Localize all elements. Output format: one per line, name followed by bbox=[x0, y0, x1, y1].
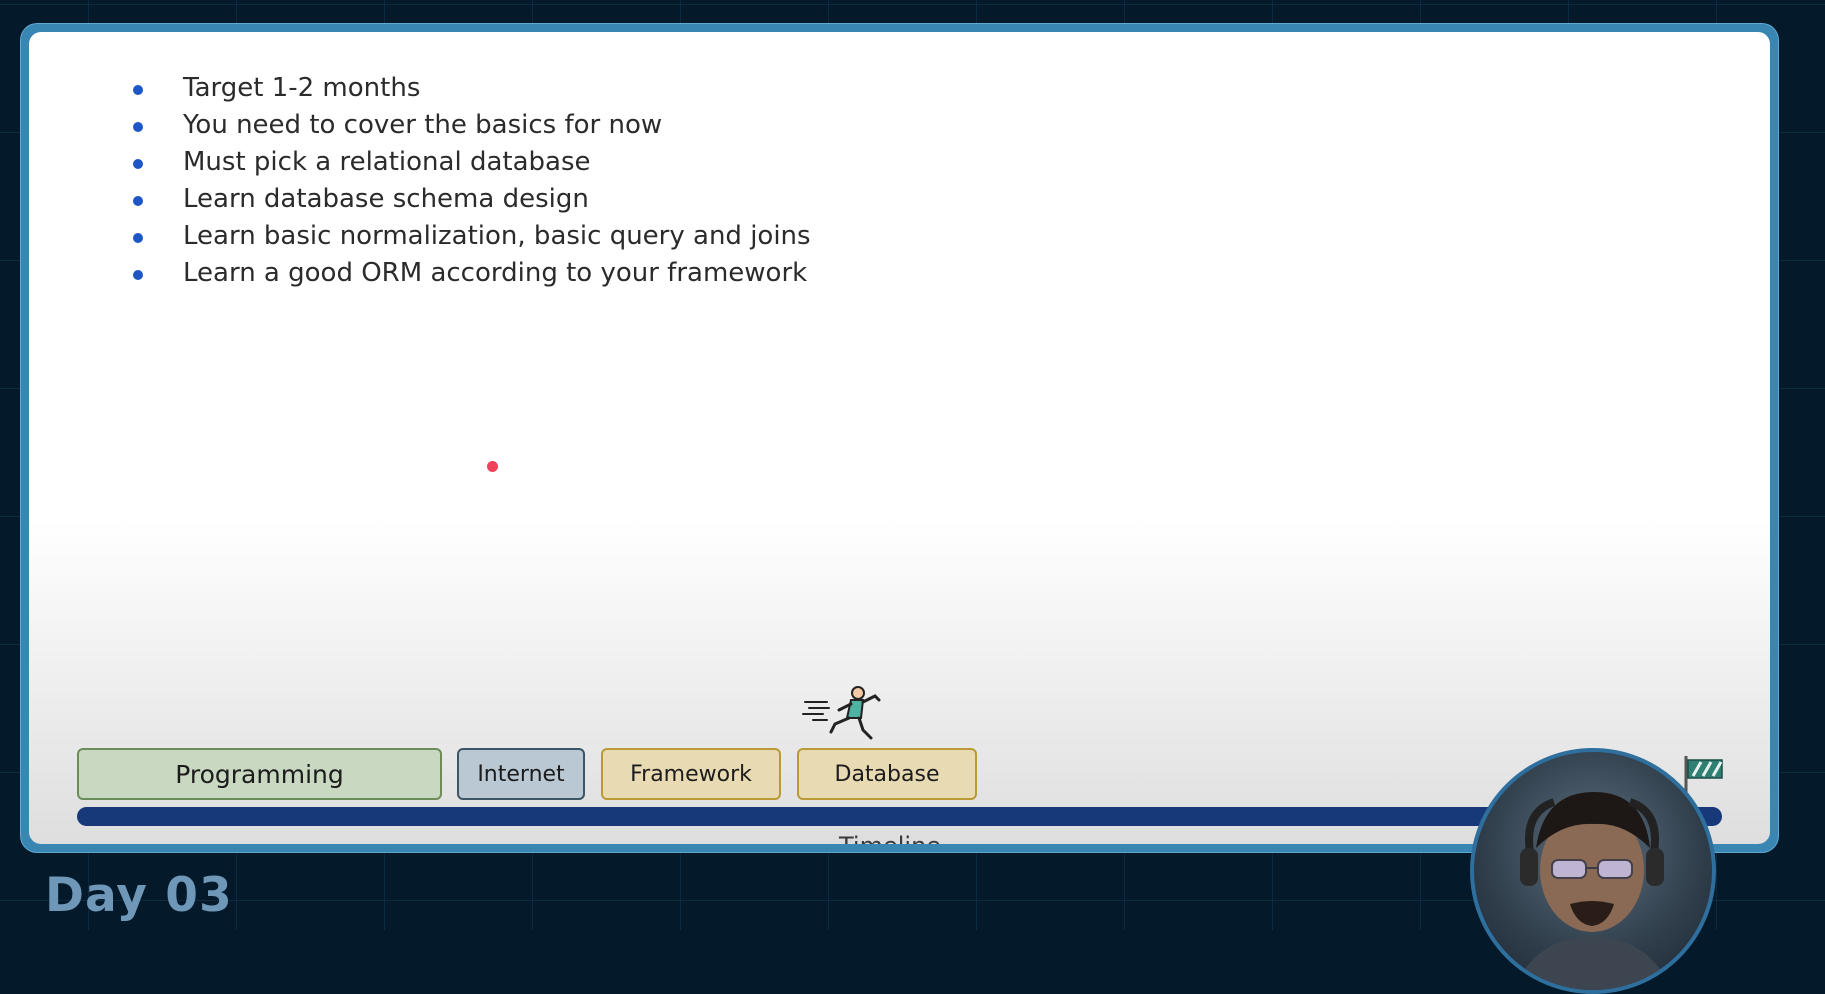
bullet-text: Target 1-2 months bbox=[183, 73, 421, 103]
timeline-label: Timeline bbox=[839, 832, 941, 844]
timeline-bar bbox=[77, 807, 1722, 826]
bullet-dot-icon bbox=[133, 159, 143, 169]
bullet-item: Learn a good ORM according to your frame… bbox=[129, 255, 811, 292]
step-framework: Framework bbox=[601, 748, 781, 800]
bullet-dot-icon bbox=[133, 270, 143, 280]
bullet-dot-icon bbox=[133, 196, 143, 206]
laser-pointer-icon bbox=[487, 461, 498, 472]
webcam-overlay bbox=[1470, 748, 1716, 994]
runner-icon bbox=[802, 686, 881, 740]
step-internet: Internet bbox=[457, 748, 585, 800]
bullet-text: Learn a good ORM according to your frame… bbox=[183, 258, 808, 288]
step-programming: Programming bbox=[77, 748, 442, 800]
bullet-dot-icon bbox=[133, 233, 143, 243]
step-database: Database bbox=[797, 748, 977, 800]
bullet-item: Learn database schema design bbox=[129, 181, 811, 218]
slide-frame: Target 1-2 months You need to cover the … bbox=[21, 24, 1778, 852]
bullet-item: Target 1-2 months bbox=[129, 70, 811, 107]
bullet-text: Must pick a relational database bbox=[183, 147, 591, 177]
bullet-dot-icon bbox=[133, 85, 143, 95]
bullet-item: You need to cover the basics for now bbox=[129, 107, 811, 144]
day-title: Day 03 bbox=[45, 868, 233, 923]
bullet-text: Learn database schema design bbox=[183, 184, 589, 214]
bullet-text: Learn basic normalization, basic query a… bbox=[183, 221, 811, 251]
bullet-dot-icon bbox=[133, 122, 143, 132]
bullet-text: You need to cover the basics for now bbox=[183, 110, 663, 140]
slide: Target 1-2 months You need to cover the … bbox=[29, 32, 1770, 844]
bullet-item: Must pick a relational database bbox=[129, 144, 811, 181]
bullet-item: Learn basic normalization, basic query a… bbox=[129, 218, 811, 255]
presenter-avatar bbox=[1514, 792, 1672, 990]
bullet-list: Target 1-2 months You need to cover the … bbox=[129, 70, 811, 292]
